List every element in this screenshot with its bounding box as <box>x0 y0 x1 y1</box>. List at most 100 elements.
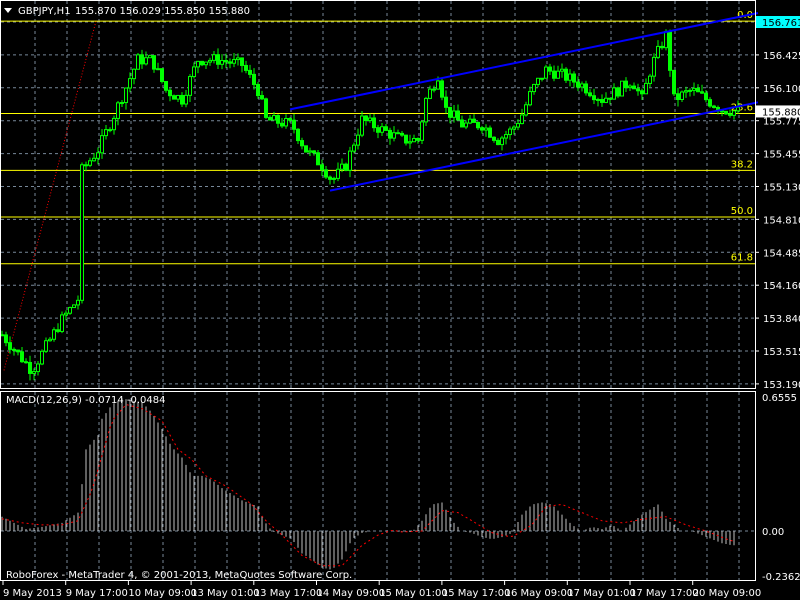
time-axis-label: 13 May 17:00 <box>254 588 323 599</box>
candle-body <box>132 68 136 80</box>
candle-body <box>572 73 576 83</box>
candle-body <box>696 87 700 93</box>
candle-body <box>284 118 288 127</box>
candle-body <box>184 94 188 105</box>
candle-body <box>84 164 88 167</box>
candle-body <box>68 307 72 314</box>
candle-body <box>256 83 260 97</box>
candle-body <box>648 75 652 84</box>
current-price-label: 155.880 <box>762 107 800 118</box>
candle-body <box>144 57 148 65</box>
candle-body <box>208 59 212 63</box>
candle-body <box>428 88 432 99</box>
candle-body <box>240 57 244 66</box>
candle-body <box>304 145 308 153</box>
candle-body <box>180 94 184 105</box>
candle-body <box>72 304 76 309</box>
candle-body <box>216 54 220 65</box>
candle-body <box>252 73 256 85</box>
candle-body <box>532 83 536 93</box>
candle-body <box>32 371 36 374</box>
candle-body <box>316 152 320 166</box>
candle-body <box>544 66 548 79</box>
fibonacci-retracement[interactable]: 0.023.638.250.061.8 <box>0 10 755 371</box>
symbol-label: GBPJPY,H1 <box>18 6 71 17</box>
macd-signal-line <box>1 403 735 567</box>
candle-body <box>296 128 300 142</box>
candle-body <box>540 77 544 80</box>
candle-body <box>420 121 424 141</box>
candle-body <box>528 91 532 106</box>
candle-body <box>592 95 596 101</box>
candle-body <box>232 59 236 64</box>
time-axis-label: 17 May 17:00 <box>630 588 699 599</box>
ask-price-label: 156.761 <box>762 18 800 29</box>
candle-body <box>64 312 68 316</box>
candle-body <box>672 69 676 95</box>
candle-body <box>700 91 704 94</box>
candle-body <box>460 119 464 128</box>
candle-body <box>736 106 740 112</box>
candle-body <box>440 80 444 98</box>
candle-body <box>712 105 716 108</box>
candle-body <box>4 334 8 344</box>
candle-body <box>688 89 692 92</box>
candle-body <box>724 110 728 115</box>
candle-body <box>36 363 40 373</box>
candle-body <box>708 99 712 107</box>
candle-body <box>660 45 664 49</box>
candle-body <box>396 132 400 135</box>
candle-body <box>228 61 232 64</box>
candle-body <box>468 118 472 124</box>
candle-body <box>640 90 644 95</box>
chart-window[interactable]: 0.023.638.250.061.8 156.761156.425156.10… <box>0 0 800 600</box>
candle-body <box>164 80 168 91</box>
candle-body <box>344 163 348 171</box>
candle-body <box>520 114 524 125</box>
candle-body <box>112 117 116 131</box>
candle-body <box>92 157 96 162</box>
time-axis-label: 9 May 17:00 <box>66 588 128 599</box>
candle-body <box>432 88 436 91</box>
candle-body <box>676 93 680 100</box>
candle-body <box>88 160 92 166</box>
trend-channel[interactable] <box>289 11 759 192</box>
price-axis-label: 153.515 <box>763 347 800 358</box>
candle-body <box>668 31 672 71</box>
candle-body <box>500 137 504 146</box>
time-axis-label: 17 May 01:00 <box>567 588 636 599</box>
copyright-text: RoboForex - MetaTrader 4, © 2001-2013, M… <box>6 570 352 581</box>
candle-body <box>328 176 332 180</box>
candlestick-series <box>0 29 740 381</box>
candle-body <box>160 68 164 82</box>
price-axis-label: 154.160 <box>763 281 800 292</box>
candle-body <box>40 350 44 365</box>
candle-body <box>340 163 344 170</box>
candle-body <box>332 177 336 180</box>
candle-body <box>664 31 668 49</box>
candle-body <box>452 110 456 118</box>
dropdown-triangle-icon[interactable] <box>4 8 12 13</box>
channel-line-upper[interactable] <box>289 11 759 111</box>
candle-body <box>632 85 636 90</box>
candle-body <box>140 54 144 65</box>
candle-body <box>484 127 488 131</box>
channel-line-lower[interactable] <box>329 101 759 192</box>
time-axis-label: 15 May 17:00 <box>442 588 511 599</box>
candle-body <box>176 94 180 100</box>
macd-axis-label: 0.6555 <box>762 393 797 404</box>
candle-body <box>308 150 312 153</box>
candle-body <box>704 92 708 101</box>
candle-body <box>560 68 564 72</box>
candle-body <box>24 361 28 364</box>
candle-body <box>444 96 448 108</box>
candle-body <box>8 342 12 350</box>
candle-body <box>96 152 100 159</box>
candle-body <box>388 129 392 139</box>
candle-body <box>276 115 280 124</box>
candle-body <box>280 122 284 127</box>
candle-body <box>116 102 120 119</box>
candle-body <box>412 137 416 143</box>
candle-body <box>496 139 500 146</box>
candle-body <box>512 126 516 130</box>
